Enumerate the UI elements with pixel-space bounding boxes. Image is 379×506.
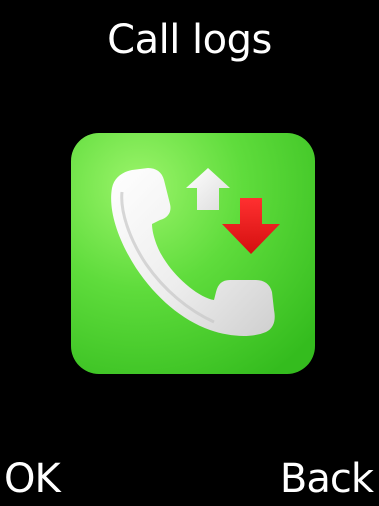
ok-softkey[interactable]: OK	[4, 454, 61, 504]
icon-tile	[71, 133, 315, 374]
call-logs-icon[interactable]	[70, 132, 316, 375]
back-softkey[interactable]: Back	[280, 454, 374, 504]
page-title: Call logs	[107, 17, 272, 63]
call-logs-screen: Call logs OK Back	[0, 0, 379, 506]
